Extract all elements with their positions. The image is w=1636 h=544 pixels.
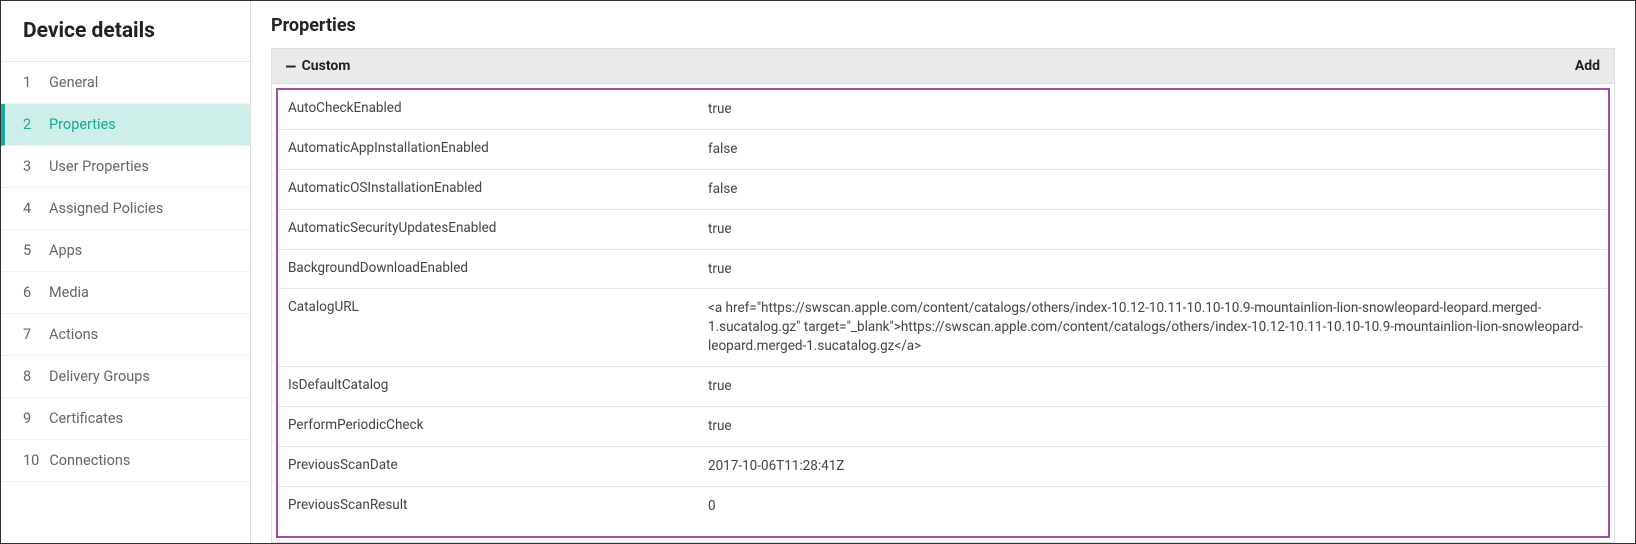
sidebar-item-label: Certificates (49, 410, 123, 427)
property-key: BackgroundDownloadEnabled (288, 260, 708, 276)
sidebar-item-label: Connections (49, 452, 130, 469)
property-value: 0 (708, 497, 1598, 516)
property-value: <a href="https://swscan.apple.com/conten… (708, 299, 1598, 356)
sidebar-item-number: 3 (23, 158, 39, 175)
property-row[interactable]: PreviousScanDate2017-10-06T11:28:41Z (278, 447, 1608, 487)
property-row[interactable]: AutomaticAppInstallationEnabledfalse (278, 130, 1608, 170)
sidebar-item-label: User Properties (49, 158, 149, 175)
sidebar-item-label: Assigned Policies (49, 200, 163, 217)
property-row[interactable]: AutoCheckEnabledtrue (278, 90, 1608, 130)
property-key: AutomaticAppInstallationEnabled (288, 140, 708, 156)
sidebar-item-user-properties[interactable]: 3 User Properties (1, 146, 250, 188)
sidebar-items: 1 General 2 Properties 3 User Properties 4 Assi… (1, 62, 250, 482)
sidebar-item-number: 7 (23, 326, 39, 343)
sidebar-item-label: Properties (49, 116, 116, 133)
property-row[interactable]: PreviousScanResult0 (278, 487, 1608, 526)
add-button[interactable]: Add (1575, 58, 1600, 74)
property-key: CatalogURL (288, 299, 708, 315)
property-row[interactable]: PerformPeriodicChecktrue (278, 407, 1608, 447)
property-key: PreviousScanDate (288, 457, 708, 473)
collapse-icon[interactable]: – (286, 58, 296, 74)
main-content: Properties – Custom Add AutoCheckEnabled… (251, 1, 1635, 543)
sidebar-item-number: 4 (23, 200, 39, 217)
property-key: PreviousScanResult (288, 497, 708, 513)
sidebar-item-label: Media (49, 284, 89, 301)
page-title: Properties (271, 15, 1615, 36)
property-value: true (708, 220, 1598, 239)
property-row[interactable]: AutomaticOSInstallationEnabledfalse (278, 170, 1608, 210)
property-key: AutomaticSecurityUpdatesEnabled (288, 220, 708, 236)
sidebar-item-actions[interactable]: 7 Actions (1, 314, 250, 356)
sidebar-item-label: Delivery Groups (49, 368, 150, 385)
property-value: true (708, 417, 1598, 436)
property-value: true (708, 260, 1598, 279)
sidebar-item-label: Actions (49, 326, 98, 343)
sidebar-item-number: 8 (23, 368, 39, 385)
table-wrapper: AutoCheckEnabledtrueAutomaticAppInstalla… (272, 84, 1614, 542)
property-value: 2017-10-06T11:28:41Z (708, 457, 1598, 476)
sidebar-title: Device details (1, 1, 250, 62)
sidebar-item-number: 5 (23, 242, 39, 259)
properties-list: AutoCheckEnabledtrueAutomaticAppInstalla… (276, 88, 1610, 538)
property-row[interactable]: CatalogURL<a href="https://swscan.apple.… (278, 289, 1608, 367)
sidebar-item-number: 6 (23, 284, 39, 301)
panel-header[interactable]: – Custom Add (272, 49, 1614, 84)
sidebar-item-apps[interactable]: 5 Apps (1, 230, 250, 272)
sidebar-item-media[interactable]: 6 Media (1, 272, 250, 314)
property-row[interactable]: IsDefaultCatalogtrue (278, 367, 1608, 407)
sidebar-item-number: 1 (23, 74, 39, 91)
app-container: Device details 1 General 2 Properties 3 User … (0, 0, 1636, 544)
property-row[interactable]: AutomaticSecurityUpdatesEnabledtrue (278, 210, 1608, 250)
sidebar-item-number: 9 (23, 410, 39, 427)
property-key: PerformPeriodicCheck (288, 417, 708, 433)
property-row[interactable]: BackgroundDownloadEnabledtrue (278, 250, 1608, 290)
property-key: IsDefaultCatalog (288, 377, 708, 393)
property-key: AutoCheckEnabled (288, 100, 708, 116)
properties-panel: – Custom Add AutoCheckEnabledtrueAutomat… (271, 48, 1615, 543)
sidebar-item-delivery-groups[interactable]: 8 Delivery Groups (1, 356, 250, 398)
property-key: AutomaticOSInstallationEnabled (288, 180, 708, 196)
sidebar-item-number: 2 (23, 116, 39, 133)
panel-header-left: – Custom (286, 58, 350, 74)
sidebar-item-label: General (49, 74, 98, 91)
sidebar: Device details 1 General 2 Properties 3 User … (1, 1, 251, 543)
sidebar-item-certificates[interactable]: 9 Certificates (1, 398, 250, 440)
sidebar-item-connections[interactable]: 10 Connections (1, 440, 250, 482)
property-value: false (708, 180, 1598, 199)
property-value: true (708, 377, 1598, 396)
sidebar-item-number: 10 (23, 452, 39, 469)
panel-title: Custom (302, 58, 351, 74)
property-value: false (708, 140, 1598, 159)
sidebar-item-label: Apps (49, 242, 82, 259)
sidebar-item-properties[interactable]: 2 Properties (1, 104, 250, 146)
sidebar-item-assigned-policies[interactable]: 4 Assigned Policies (1, 188, 250, 230)
sidebar-item-general[interactable]: 1 General (1, 62, 250, 104)
property-value: true (708, 100, 1598, 119)
